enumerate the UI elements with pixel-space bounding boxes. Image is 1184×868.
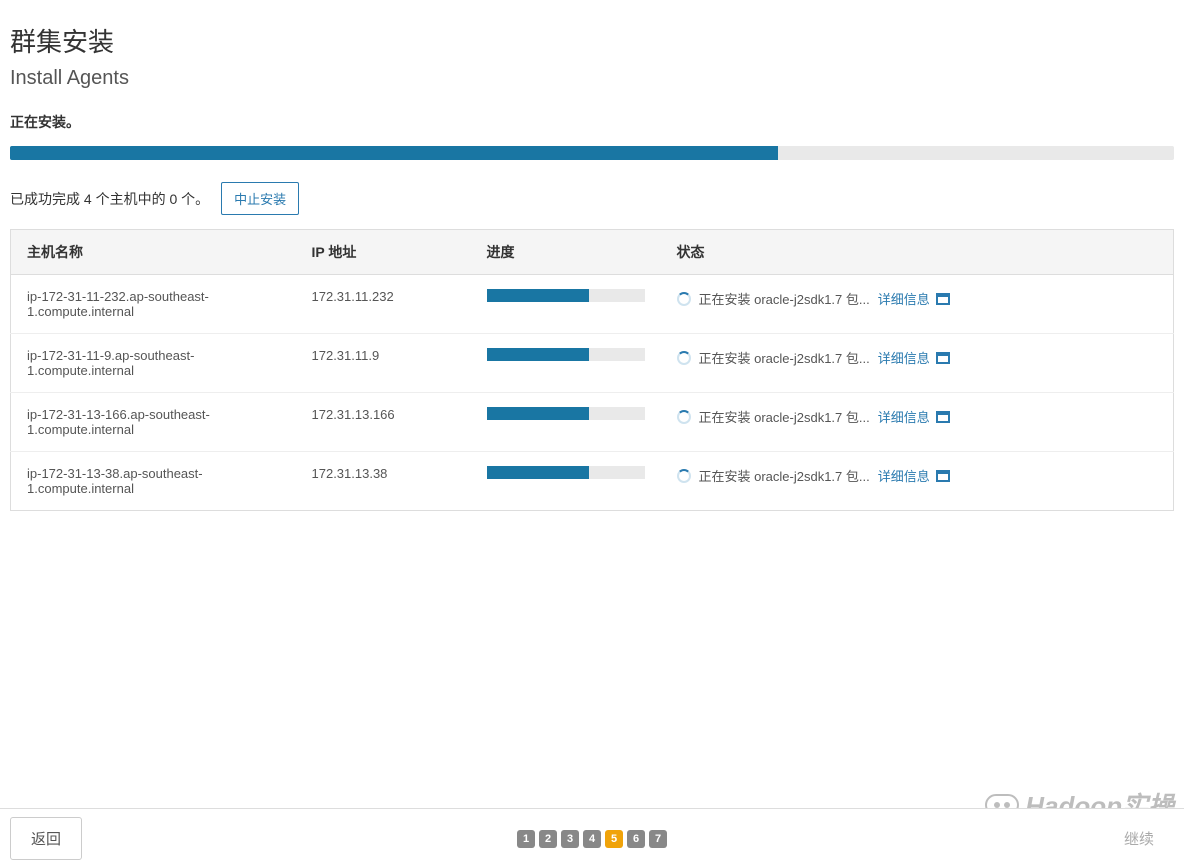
col-header-ip: IP 地址 xyxy=(296,230,471,275)
host-name-cell: ip-172-31-11-232.ap-southeast-1.compute.… xyxy=(11,275,296,334)
col-header-progress: 进度 xyxy=(471,230,661,275)
wizard-step-1[interactable]: 1 xyxy=(517,830,535,848)
details-link[interactable]: 详细信息 xyxy=(878,466,950,485)
row-progress-fill xyxy=(487,289,590,302)
page-title: 群集安装 xyxy=(10,22,1174,59)
wizard-step-6[interactable]: 6 xyxy=(627,830,645,848)
popup-icon xyxy=(936,352,950,364)
wizard-step-4[interactable]: 4 xyxy=(583,830,601,848)
row-progress-bar xyxy=(487,348,645,361)
ip-cell: 172.31.13.166 xyxy=(296,393,471,452)
step-pager: 1234567 xyxy=(517,830,667,848)
progress-cell xyxy=(471,393,661,452)
wizard-step-7[interactable]: 7 xyxy=(649,830,667,848)
table-row: ip-172-31-13-166.ap-southeast-1.compute.… xyxy=(11,393,1174,452)
status-text: 正在安装 oracle-j2sdk1.7 包... xyxy=(699,466,870,485)
status-cell: 正在安装 oracle-j2sdk1.7 包... 详细信息 xyxy=(661,275,1174,334)
details-link-label: 详细信息 xyxy=(878,348,930,367)
table-row: ip-172-31-13-38.ap-southeast-1.compute.i… xyxy=(11,452,1174,511)
row-progress-fill xyxy=(487,466,590,479)
installing-label: 正在安装。 xyxy=(10,112,1174,132)
page-subtitle: Install Agents xyxy=(10,67,1174,90)
ip-cell: 172.31.11.232 xyxy=(296,275,471,334)
abort-install-button[interactable]: 中止安装 xyxy=(221,182,299,215)
hosts-table: 主机名称 IP 地址 进度 状态 ip-172-31-11-232.ap-sou… xyxy=(10,229,1174,511)
popup-icon xyxy=(936,470,950,482)
row-progress-fill xyxy=(487,407,590,420)
ip-cell: 172.31.13.38 xyxy=(296,452,471,511)
popup-icon xyxy=(936,293,950,305)
details-link-label: 详细信息 xyxy=(878,289,930,308)
wizard-footer: 返回 1234567 继续 xyxy=(0,808,1184,868)
summary-text: 已成功完成 4 个主机中的 0 个。 xyxy=(10,189,209,209)
status-text: 正在安装 oracle-j2sdk1.7 包... xyxy=(699,289,870,308)
progress-cell xyxy=(471,334,661,393)
progress-cell xyxy=(471,452,661,511)
row-progress-bar xyxy=(487,289,645,302)
table-row: ip-172-31-11-9.ap-southeast-1.compute.in… xyxy=(11,334,1174,393)
row-progress-bar xyxy=(487,407,645,420)
details-link-label: 详细信息 xyxy=(878,407,930,426)
overall-progress-fill xyxy=(10,146,778,160)
status-cell: 正在安装 oracle-j2sdk1.7 包... 详细信息 xyxy=(661,393,1174,452)
col-header-status: 状态 xyxy=(661,230,1174,275)
status-cell: 正在安装 oracle-j2sdk1.7 包... 详细信息 xyxy=(661,452,1174,511)
wizard-step-5[interactable]: 5 xyxy=(605,830,623,848)
popup-icon xyxy=(936,411,950,423)
row-progress-fill xyxy=(487,348,590,361)
table-row: ip-172-31-11-232.ap-southeast-1.compute.… xyxy=(11,275,1174,334)
col-header-host: 主机名称 xyxy=(11,230,296,275)
host-name-cell: ip-172-31-11-9.ap-southeast-1.compute.in… xyxy=(11,334,296,393)
status-text: 正在安装 oracle-j2sdk1.7 包... xyxy=(699,348,870,367)
host-name-cell: ip-172-31-13-38.ap-southeast-1.compute.i… xyxy=(11,452,296,511)
status-text: 正在安装 oracle-j2sdk1.7 包... xyxy=(699,407,870,426)
spinner-icon xyxy=(677,351,691,365)
ip-cell: 172.31.11.9 xyxy=(296,334,471,393)
spinner-icon xyxy=(677,292,691,306)
spinner-icon xyxy=(677,410,691,424)
overall-progress-bar xyxy=(10,146,1174,160)
details-link[interactable]: 详细信息 xyxy=(878,407,950,426)
details-link[interactable]: 详细信息 xyxy=(878,348,950,367)
continue-button[interactable]: 继续 xyxy=(1104,818,1174,859)
details-link[interactable]: 详细信息 xyxy=(878,289,950,308)
wizard-step-2[interactable]: 2 xyxy=(539,830,557,848)
details-link-label: 详细信息 xyxy=(878,466,930,485)
back-button[interactable]: 返回 xyxy=(10,817,82,860)
wizard-step-3[interactable]: 3 xyxy=(561,830,579,848)
row-progress-bar xyxy=(487,466,645,479)
spinner-icon xyxy=(677,469,691,483)
host-name-cell: ip-172-31-13-166.ap-southeast-1.compute.… xyxy=(11,393,296,452)
progress-cell xyxy=(471,275,661,334)
status-cell: 正在安装 oracle-j2sdk1.7 包... 详细信息 xyxy=(661,334,1174,393)
